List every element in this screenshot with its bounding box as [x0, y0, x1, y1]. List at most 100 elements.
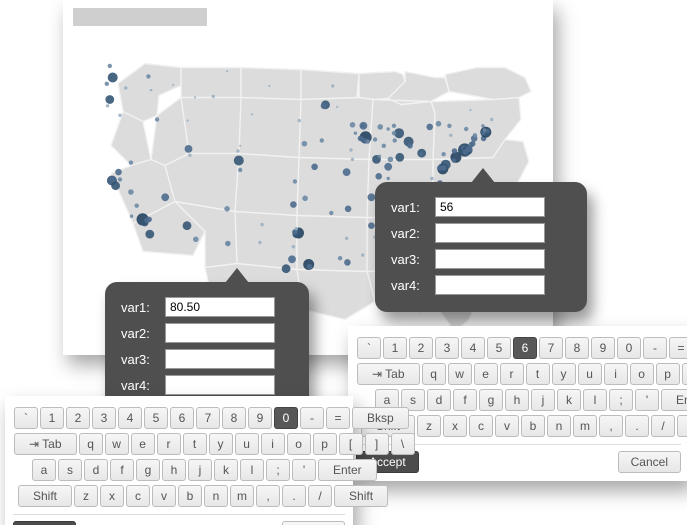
key-7[interactable]: 7	[539, 337, 563, 359]
key-r[interactable]: r	[500, 363, 524, 385]
key-l[interactable]: l	[240, 459, 264, 481]
key-h[interactable]: h	[162, 459, 186, 481]
key-[interactable]: ;	[266, 459, 290, 481]
key-[interactable]: ]	[365, 433, 389, 455]
key-b[interactable]: b	[178, 485, 202, 507]
accept-button[interactable]: Accept	[13, 521, 76, 525]
key-[interactable]: /	[651, 415, 675, 437]
key-w[interactable]: w	[448, 363, 472, 385]
key-0[interactable]: 0	[274, 407, 298, 429]
key-2[interactable]: 2	[409, 337, 433, 359]
key-[interactable]: ;	[609, 389, 633, 411]
key-[interactable]: '	[292, 459, 316, 481]
key-4[interactable]: 4	[461, 337, 485, 359]
key-y[interactable]: y	[209, 433, 233, 455]
key-m[interactable]: m	[573, 415, 597, 437]
key-j[interactable]: j	[188, 459, 212, 481]
key-i[interactable]: i	[604, 363, 628, 385]
key-i[interactable]: i	[261, 433, 285, 455]
key-m[interactable]: m	[230, 485, 254, 507]
key-[interactable]: =	[326, 407, 350, 429]
key-g[interactable]: g	[479, 389, 503, 411]
key-[interactable]: [	[682, 363, 687, 385]
key-j[interactable]: j	[531, 389, 555, 411]
key-x[interactable]: x	[443, 415, 467, 437]
key-c[interactable]: c	[126, 485, 150, 507]
key-b[interactable]: b	[521, 415, 545, 437]
cancel-button[interactable]: Cancel	[618, 451, 681, 473]
field-input[interactable]	[435, 223, 545, 243]
key-o[interactable]: o	[630, 363, 654, 385]
key-n[interactable]: n	[547, 415, 571, 437]
key-5[interactable]: 5	[487, 337, 511, 359]
key-enter[interactable]: Enter	[318, 459, 377, 481]
field-input[interactable]	[435, 249, 545, 269]
key-3[interactable]: 3	[435, 337, 459, 359]
key-c[interactable]: c	[469, 415, 493, 437]
key-[interactable]: -	[643, 337, 667, 359]
key-k[interactable]: k	[214, 459, 238, 481]
key-9[interactable]: 9	[248, 407, 272, 429]
cancel-button[interactable]: Cancel	[282, 521, 345, 525]
key-p[interactable]: p	[313, 433, 337, 455]
key-p[interactable]: p	[656, 363, 680, 385]
key-f[interactable]: f	[453, 389, 477, 411]
key-3[interactable]: 3	[92, 407, 116, 429]
key-y[interactable]: y	[552, 363, 576, 385]
key-6[interactable]: 6	[170, 407, 194, 429]
key-o[interactable]: o	[287, 433, 311, 455]
key-[interactable]: '	[635, 389, 659, 411]
key-[interactable]: ,	[599, 415, 623, 437]
key-g[interactable]: g	[136, 459, 160, 481]
key-1[interactable]: 1	[40, 407, 64, 429]
key-1[interactable]: 1	[383, 337, 407, 359]
key-r[interactable]: r	[157, 433, 181, 455]
key-v[interactable]: v	[495, 415, 519, 437]
key-bksp[interactable]: Bksp	[352, 407, 409, 429]
key-a[interactable]: a	[32, 459, 56, 481]
key-q[interactable]: q	[422, 363, 446, 385]
key-w[interactable]: w	[105, 433, 129, 455]
key-8[interactable]: 8	[222, 407, 246, 429]
key-u[interactable]: u	[235, 433, 259, 455]
key-[interactable]: =	[669, 337, 687, 359]
key-d[interactable]: d	[427, 389, 451, 411]
key-t[interactable]: t	[183, 433, 207, 455]
key-v[interactable]: v	[152, 485, 176, 507]
key-tab[interactable]: ⇥ Tab	[14, 433, 77, 455]
key-z[interactable]: z	[74, 485, 98, 507]
key-l[interactable]: l	[583, 389, 607, 411]
key-9[interactable]: 9	[591, 337, 615, 359]
key-f[interactable]: f	[110, 459, 134, 481]
key-u[interactable]: u	[578, 363, 602, 385]
key-5[interactable]: 5	[144, 407, 168, 429]
key-enter[interactable]: Enter	[661, 389, 687, 411]
key-[interactable]: .	[625, 415, 649, 437]
key-d[interactable]: d	[84, 459, 108, 481]
field-input[interactable]	[165, 323, 275, 343]
field-input[interactable]	[165, 375, 275, 395]
key-h[interactable]: h	[505, 389, 529, 411]
field-input[interactable]	[435, 197, 545, 217]
key-0[interactable]: 0	[617, 337, 641, 359]
key-x[interactable]: x	[100, 485, 124, 507]
key-q[interactable]: q	[79, 433, 103, 455]
key-[interactable]: .	[282, 485, 306, 507]
key-shift[interactable]: Shift	[677, 415, 687, 437]
key-shift[interactable]: Shift	[334, 485, 388, 507]
key-[interactable]: -	[300, 407, 324, 429]
key-8[interactable]: 8	[565, 337, 589, 359]
key-[interactable]: `	[357, 337, 381, 359]
key-[interactable]: /	[308, 485, 332, 507]
key-[interactable]: `	[14, 407, 38, 429]
field-input[interactable]	[165, 297, 275, 317]
key-6[interactable]: 6	[513, 337, 537, 359]
field-input[interactable]	[165, 349, 275, 369]
key-k[interactable]: k	[557, 389, 581, 411]
key-tab[interactable]: ⇥ Tab	[357, 363, 420, 385]
key-s[interactable]: s	[58, 459, 82, 481]
key-t[interactable]: t	[526, 363, 550, 385]
key-[interactable]: \	[391, 433, 415, 455]
key-[interactable]: [	[339, 433, 363, 455]
key-z[interactable]: z	[417, 415, 441, 437]
